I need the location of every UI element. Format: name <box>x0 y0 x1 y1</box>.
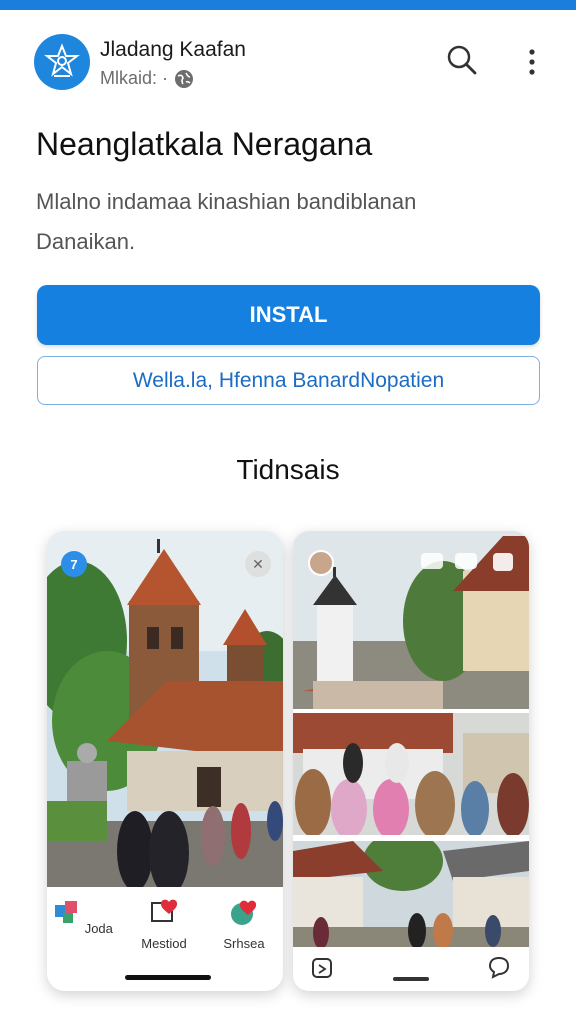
more-options-button[interactable] <box>520 44 544 80</box>
globe-icon <box>175 69 194 88</box>
tower-photo <box>293 531 529 709</box>
puzzle-icon <box>55 901 78 923</box>
temple-photo <box>47 531 283 887</box>
page-title: Neanglatkala Neragana <box>36 126 373 162</box>
app-name: Jladang Kaafan <box>100 38 246 61</box>
tab-joda[interactable]: Joda <box>47 897 117 936</box>
status-accent-bar <box>0 0 576 10</box>
app-subtitle-text: Mlkaid: · <box>100 68 169 88</box>
tab-label: Mestiod <box>141 936 187 951</box>
emblem-icon <box>34 34 90 90</box>
home-indicator <box>393 977 429 981</box>
screenshot-card-right[interactable] <box>293 531 529 991</box>
share-icon[interactable] <box>311 955 333 979</box>
home-indicator <box>125 975 211 980</box>
tab-srhsea[interactable]: Srhsea <box>209 897 279 951</box>
screenshot-card-left[interactable]: 7 ✕ Joda Mestiod Srhsea <box>47 531 283 991</box>
preview-tab-bar: Joda Mestiod Srhsea <box>47 887 283 991</box>
tab-label: Joda <box>84 921 113 936</box>
install-button[interactable]: INSTAL <box>37 285 540 345</box>
preview-bottom-bar <box>293 947 529 991</box>
page-description: Mlalno indamaa kinashian bandiblanan Dan… <box>36 189 417 254</box>
heart-message-icon <box>151 899 178 922</box>
street-photo <box>293 841 529 947</box>
screenshots-section-title: Tidnsais <box>236 454 340 485</box>
search-button[interactable] <box>444 42 480 78</box>
heart-bubble-icon <box>231 900 257 925</box>
tab-mestiod[interactable]: Mestiod <box>129 897 199 951</box>
app-badge-icon: 7 <box>61 551 87 577</box>
secondary-button[interactable]: Wella.la, Hfenna BanardNopatien <box>37 356 540 405</box>
close-icon[interactable]: ✕ <box>245 551 271 577</box>
more-vert-icon <box>529 49 535 75</box>
app-header: Jladang Kaafan Mlkaid: · <box>34 34 554 94</box>
chat-icon[interactable] <box>487 955 511 979</box>
tab-label: Srhsea <box>223 936 265 951</box>
people-photo <box>293 713 529 835</box>
search-icon <box>447 45 477 75</box>
app-subtitle: Mlkaid: · <box>100 68 194 89</box>
